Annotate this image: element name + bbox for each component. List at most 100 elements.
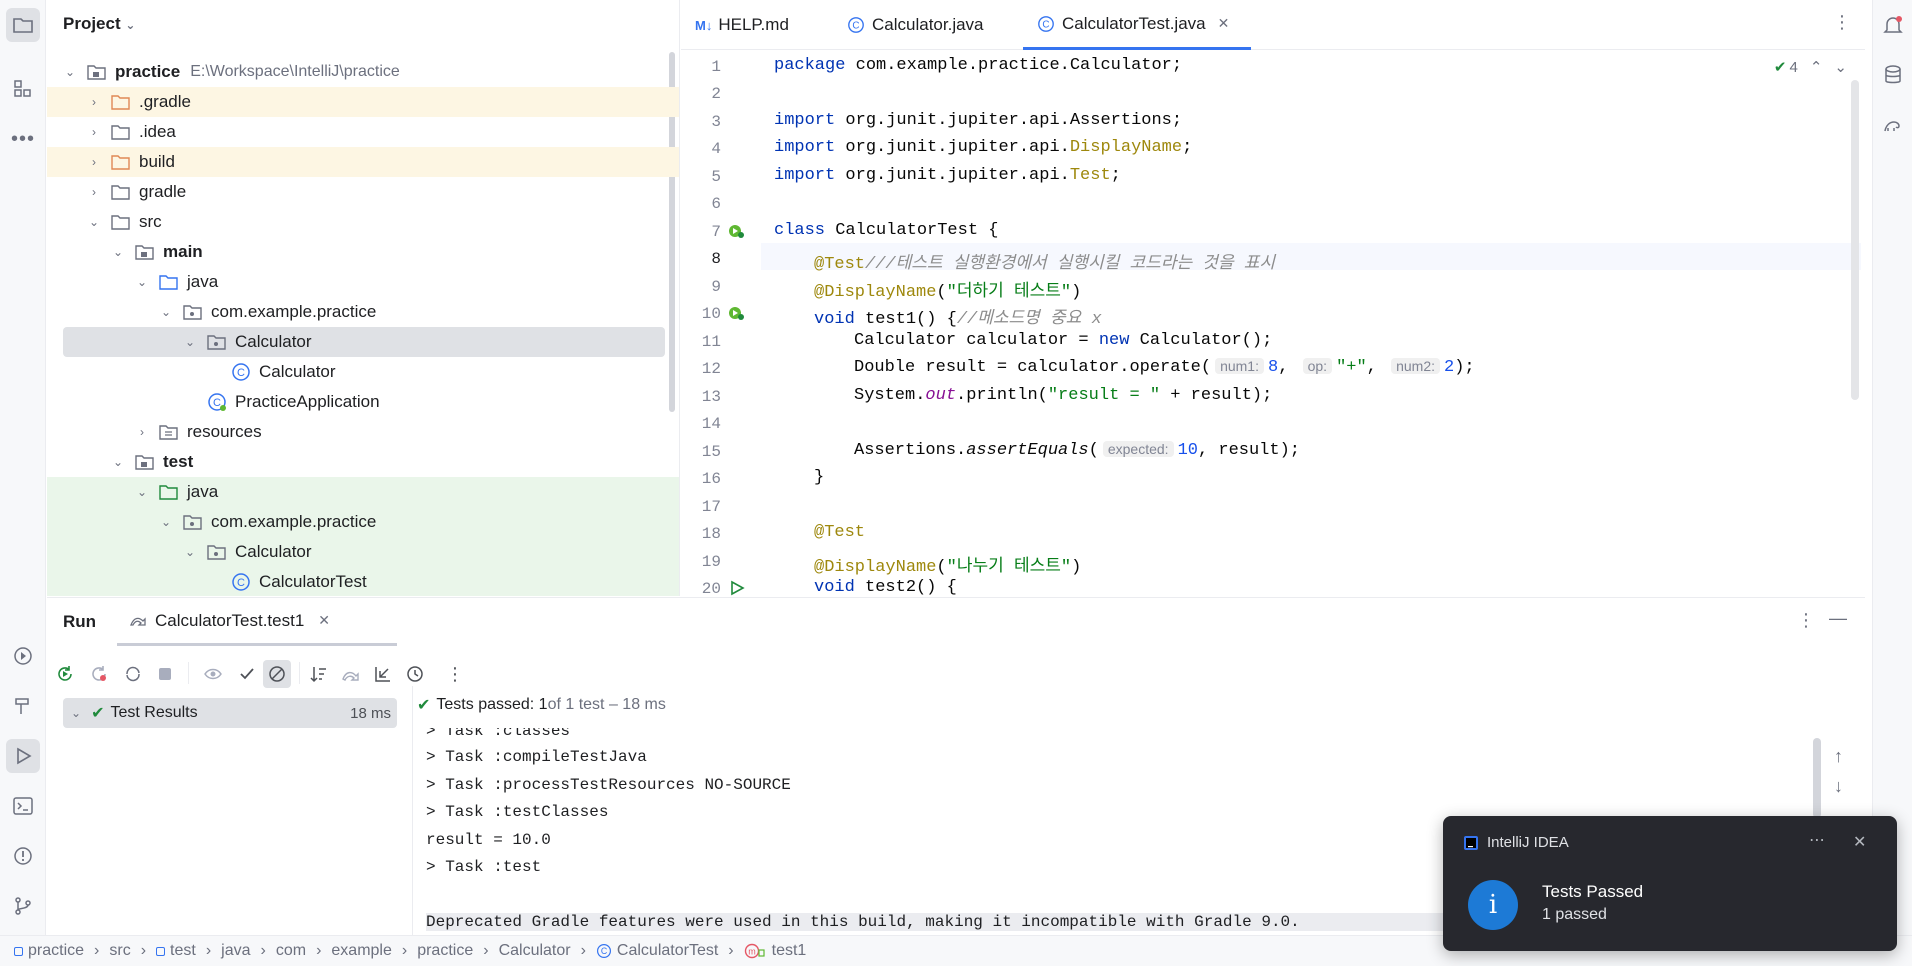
close-icon[interactable]: ✕ [1218, 15, 1230, 32]
chevron-down-icon[interactable]: ⌄ [1834, 58, 1847, 76]
breadcrumb-item[interactable]: practice [28, 942, 84, 960]
code-line-3[interactable]: import org.junit.jupiter.api.Assertions; [774, 111, 1182, 130]
tree-item-idea[interactable]: › .idea [47, 117, 679, 147]
stop-button[interactable] [151, 660, 179, 688]
code-line-10[interactable]: void test1() {//메소드명 중요 x [814, 303, 1102, 329]
chevron-down-icon[interactable]: ⌄ [159, 515, 173, 529]
minimize-icon[interactable]: — [1829, 608, 1847, 629]
editor-scrollbar[interactable] [1851, 80, 1859, 400]
show-passed-eye-button[interactable] [199, 660, 227, 688]
options-icon[interactable]: ⋮ [1797, 610, 1815, 631]
breadcrumb-item[interactable]: example [331, 942, 391, 960]
run-gutter-icon-class[interactable] [727, 222, 745, 245]
code-line-11[interactable]: Calculator calculator = new Calculator()… [854, 331, 1272, 350]
code-line-16[interactable]: } [814, 468, 824, 487]
chevron-down-icon[interactable]: ⌄ [63, 65, 77, 79]
tab-calculator-java[interactable]: C Calculator.java [847, 0, 1027, 50]
tree-item-calculator-package[interactable]: ⌄ Calculator [63, 327, 665, 357]
rerun-failed-button[interactable] [85, 660, 113, 688]
breadcrumb-item[interactable]: com [276, 942, 306, 960]
tree-item-src[interactable]: ⌄ src [47, 207, 679, 237]
tree-item-main-java[interactable]: ⌄ java [47, 267, 679, 297]
test-results-node[interactable]: ⌄ ✔ Test Results 18 ms [63, 698, 397, 728]
run-gutter-icon-test2[interactable] [729, 580, 745, 596]
tab-run-configuration[interactable]: CalculatorTest.test1 ✕ [117, 598, 397, 646]
chevron-down-icon[interactable]: ⌄ [111, 455, 125, 469]
code-line-20[interactable]: void test2() { [814, 578, 957, 596]
inspection-widget[interactable]: ✔ 4 ⌃ ⌄ [1774, 58, 1847, 77]
database-button[interactable] [1876, 58, 1910, 92]
tree-item-gradle-hidden[interactable]: › .gradle [47, 87, 679, 117]
console-scrollbar[interactable] [1813, 738, 1821, 818]
collapse-all-button[interactable] [369, 660, 397, 688]
scroll-down-icon[interactable]: ↓ [1834, 776, 1843, 797]
tree-item-test-package[interactable]: ⌄ com.example.practice [47, 507, 679, 537]
project-panel-title[interactable]: Project ⌄ [63, 14, 135, 34]
tree-item-build[interactable]: › build [47, 147, 679, 177]
tree-item-resources[interactable]: › resources [47, 417, 679, 447]
chevron-down-icon[interactable]: ⌄ [111, 245, 125, 259]
problems-tool-button[interactable] [6, 839, 40, 873]
notification-toast[interactable]: IntelliJ IDEA ⋯ ✕ i Tests Passed 1 passe… [1443, 816, 1897, 951]
chevron-down-icon[interactable]: ⌄ [183, 335, 197, 349]
chevron-down-icon[interactable]: ⌄ [87, 215, 101, 229]
tree-item-practice-application[interactable]: C PracticeApplication [47, 387, 679, 417]
tree-item-practice[interactable]: ⌄ practice E:\Workspace\IntelliJ\practic… [47, 57, 679, 87]
breadcrumb-item[interactable]: test1 [772, 942, 807, 960]
chevron-down-icon[interactable]: ⌄ [135, 485, 149, 499]
code-line-1[interactable]: package com.example.practice.Calculator; [774, 56, 1182, 75]
chevron-right-icon[interactable]: › [87, 155, 101, 169]
tree-item-main[interactable]: ⌄ main [47, 237, 679, 267]
tree-item-test-java[interactable]: ⌄ java [47, 477, 679, 507]
breadcrumb-item[interactable]: CalculatorTest [617, 942, 718, 960]
rerun-button[interactable] [51, 660, 79, 688]
code-line-15[interactable]: Assertions.assertEquals(expected: 10, res… [854, 441, 1300, 460]
scroll-up-icon[interactable]: ↑ [1834, 746, 1843, 767]
tab-help-md[interactable]: M↓ HELP.md [695, 0, 845, 50]
chevron-down-icon[interactable]: ⌄ [183, 545, 197, 559]
chevron-up-icon[interactable]: ⌃ [1810, 58, 1823, 76]
chevron-right-icon[interactable]: › [135, 425, 149, 439]
close-icon[interactable]: ✕ [1853, 832, 1866, 852]
more-icon[interactable]: ⋯ [1809, 830, 1825, 850]
show-ignored-button[interactable] [263, 660, 291, 688]
history-button[interactable] [401, 660, 429, 688]
code-line-18[interactable]: @Test [814, 523, 865, 542]
breadcrumb-item[interactable]: java [221, 942, 250, 960]
code-line-12[interactable]: Double result = calculator.operate(num1:… [854, 358, 1475, 377]
code-line-7[interactable]: class CalculatorTest { [774, 221, 998, 240]
structure-tool-button[interactable] [6, 72, 40, 106]
chevron-down-icon[interactable]: ⌄ [135, 275, 149, 289]
code-line-8[interactable]: @Test///테스트 실행환경에서 실행시킬 코드라는 것을 표시 [814, 248, 1275, 274]
git-tool-button[interactable] [6, 889, 40, 923]
breadcrumb-item[interactable]: test [170, 942, 196, 960]
run-gutter-icon-test1[interactable] [727, 304, 745, 327]
tree-item-main-package[interactable]: ⌄ com.example.practice [47, 297, 679, 327]
build-tool-button[interactable] [6, 689, 40, 723]
chevron-right-icon[interactable]: › [87, 125, 101, 139]
project-tool-button[interactable] [6, 8, 40, 42]
run-tool-button[interactable] [6, 739, 40, 773]
tree-item-calculator-test[interactable]: C CalculatorTest [47, 567, 679, 596]
code-line-19[interactable]: @DisplayName("나누기 테스트") [814, 551, 1081, 577]
code-line-4[interactable]: import org.junit.jupiter.api.DisplayName… [774, 138, 1192, 157]
terminal-tool-button[interactable] [6, 789, 40, 823]
services-tool-button[interactable] [6, 639, 40, 673]
tree-item-gradle[interactable]: › gradle [47, 177, 679, 207]
tree-item-test-calculator-package[interactable]: ⌄ Calculator [47, 537, 679, 567]
tab-calculator-test-java[interactable]: C CalculatorTest.java ✕ [1023, 0, 1251, 50]
code-line-9[interactable]: @DisplayName("더하기 테스트") [814, 276, 1081, 302]
chevron-right-icon[interactable]: › [87, 95, 101, 109]
code-line-5[interactable]: import org.junit.jupiter.api.Test; [774, 166, 1121, 185]
chevron-down-icon[interactable]: ⌄ [71, 706, 81, 720]
tab-options-icon[interactable]: ⋮ [1833, 12, 1851, 33]
tree-item-test[interactable]: ⌄ test [47, 447, 679, 477]
import-tests-button[interactable] [337, 660, 365, 688]
chevron-down-icon[interactable]: ⌄ [159, 305, 173, 319]
tree-item-calculator-class[interactable]: C Calculator [47, 357, 679, 387]
gradle-button[interactable] [1876, 108, 1910, 142]
code-line-13[interactable]: System.out.println("result = " + result)… [854, 386, 1272, 405]
show-passed-button[interactable] [233, 660, 261, 688]
notifications-button[interactable] [1876, 8, 1910, 42]
breadcrumb-item[interactable]: src [109, 942, 130, 960]
